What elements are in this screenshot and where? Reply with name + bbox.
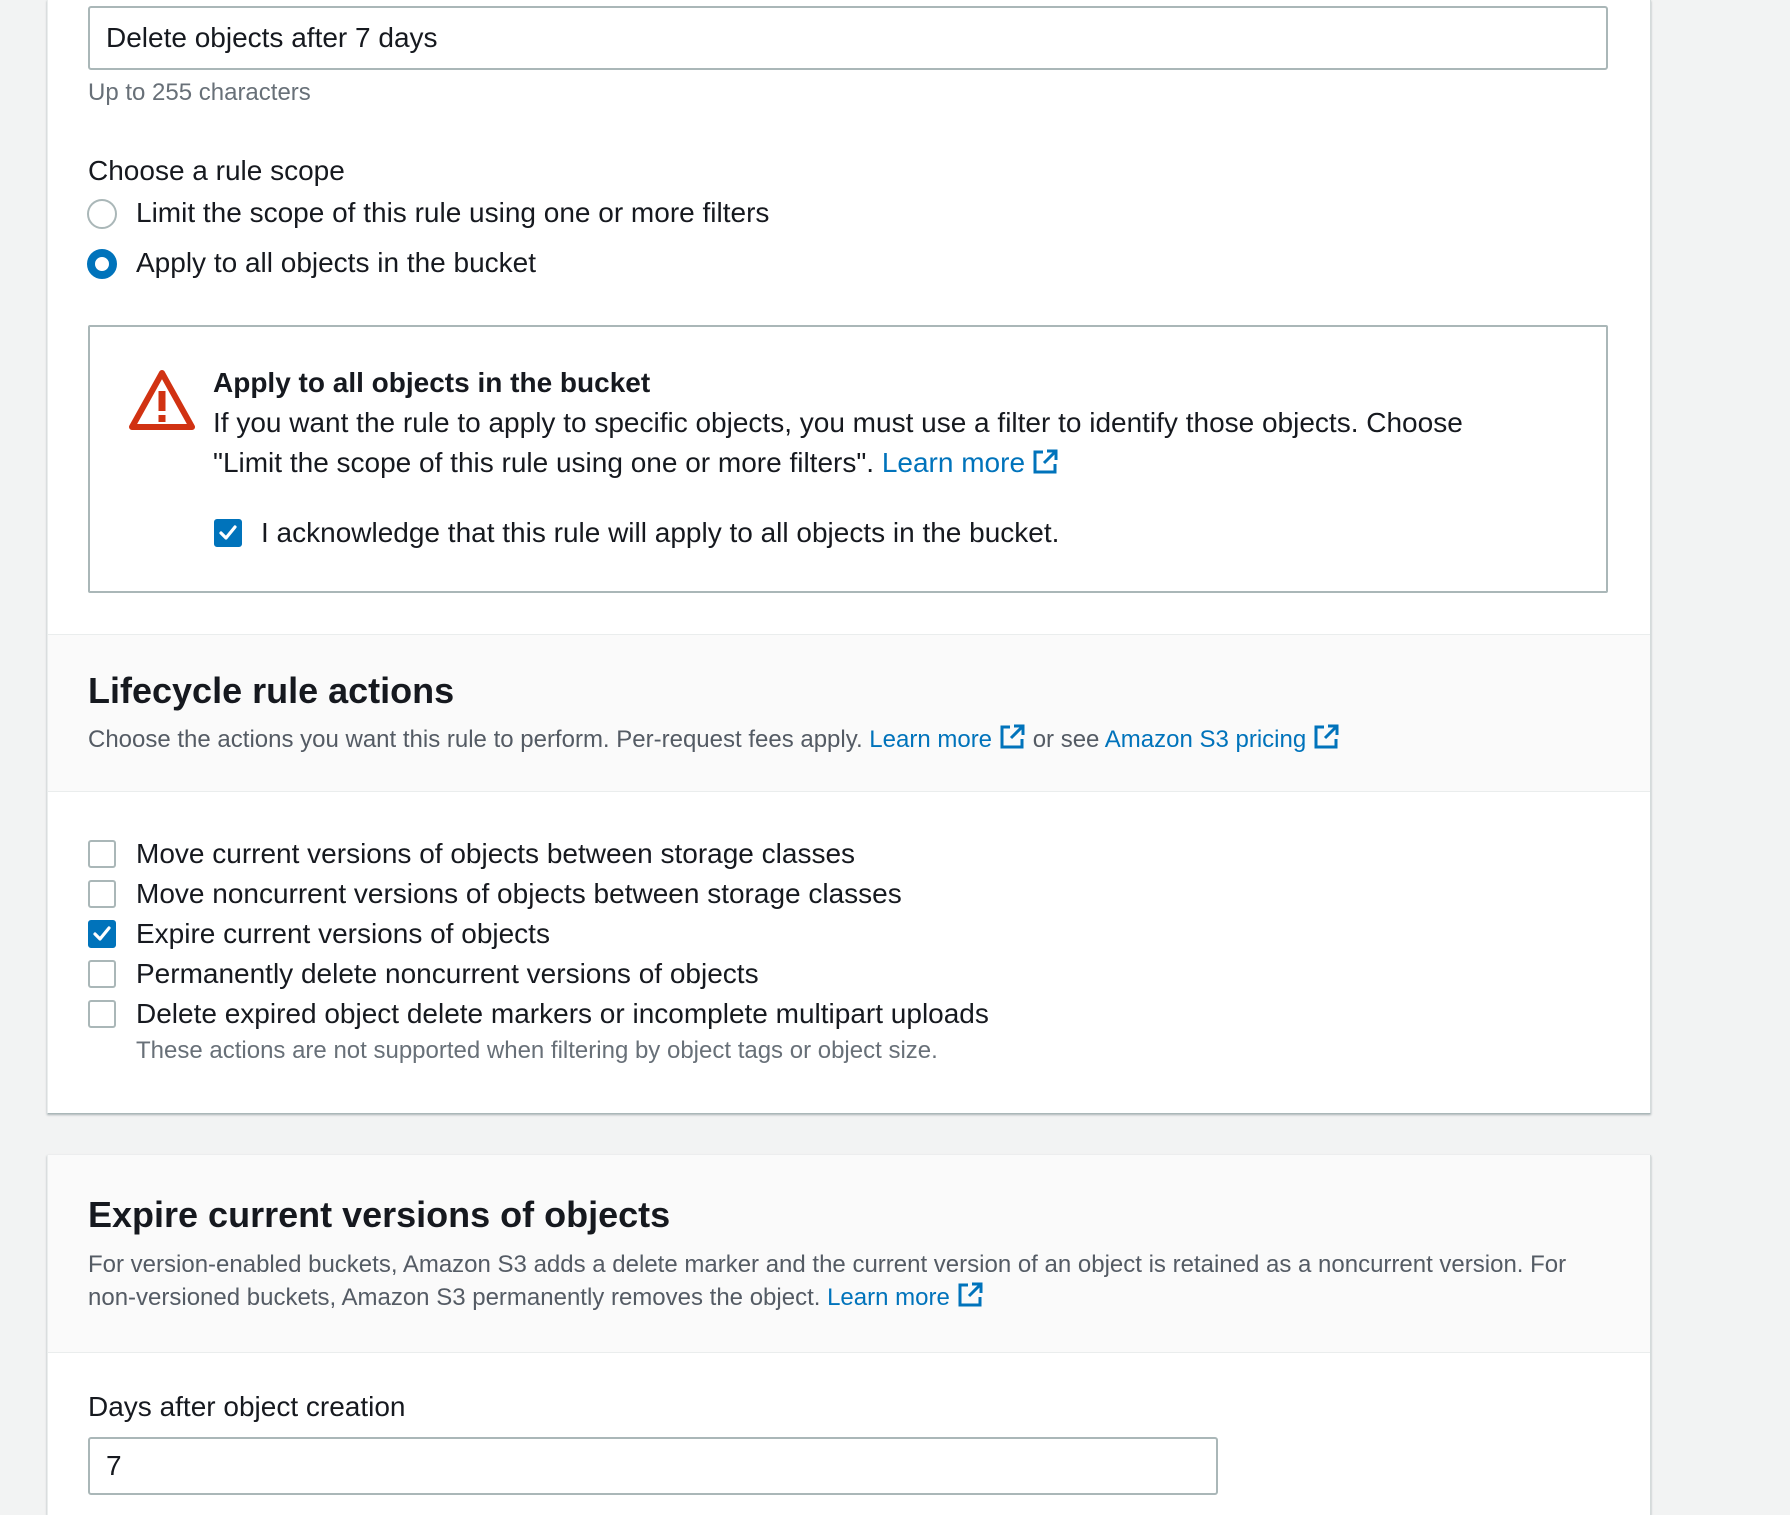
warning-body-line2-row: "Limit the scope of this rule using one … (213, 447, 1059, 479)
warning-title: Apply to all objects in the bucket (213, 367, 651, 398)
lifecycle-actions-description: Choose the actions you want this rule to… (88, 726, 863, 753)
s3-pricing-link[interactable]: Amazon S3 pricing (1104, 724, 1340, 753)
expire-description-line2: non-versioned buckets, Amazon S3 permane… (88, 1284, 821, 1311)
lifecycle-actions-description-row: Choose the actions you want this rule to… (88, 723, 1340, 756)
warning-learn-more-text: Learn more (881, 447, 1026, 478)
lifecycle-actions-title: Lifecycle rule actions (88, 670, 455, 711)
or-see-text: or see (1032, 726, 1100, 753)
warning-learn-more-link[interactable]: Learn more (882, 447, 1059, 478)
warning-body-line1: If you want the rule to apply to specifi… (213, 407, 1463, 438)
external-link-icon (1314, 724, 1339, 749)
scope-filter-radio[interactable] (87, 199, 117, 229)
action-move-current-checkbox[interactable] (88, 840, 116, 868)
days-after-creation-input[interactable] (88, 1437, 1218, 1495)
warning-triangle-icon (129, 370, 195, 430)
action-delete-markers-checkbox[interactable] (88, 1000, 116, 1028)
scope-all-objects-label[interactable]: Apply to all objects in the bucket (136, 247, 536, 279)
expire-description-line1: For version-enabled buckets, Amazon S3 a… (88, 1251, 1567, 1278)
rule-scope-label: Choose a rule scope (88, 155, 345, 186)
days-after-creation-label: Days after object creation (88, 1391, 406, 1422)
expire-learn-more-link[interactable]: Learn more (827, 1282, 984, 1311)
acknowledge-checkbox[interactable] (214, 519, 242, 547)
lifecycle-actions-header (48, 634, 1650, 792)
acknowledge-label[interactable]: I acknowledge that this rule will apply … (261, 517, 1059, 549)
checkmark-icon (219, 525, 237, 540)
action-move-noncurrent-checkbox[interactable] (88, 880, 116, 908)
action-delete-noncurrent-label[interactable]: Permanently delete noncurrent versions o… (136, 958, 759, 990)
action-expire-current-label[interactable]: Expire current versions of objects (136, 918, 550, 950)
external-link-icon (1033, 449, 1058, 474)
actions-support-note: These actions are not supported when fil… (136, 1037, 938, 1064)
rule-name-input[interactable] (88, 6, 1608, 70)
checkmark-icon (93, 926, 111, 941)
s3-pricing-text: Amazon S3 pricing (1104, 726, 1307, 753)
action-expire-current-checkbox[interactable] (88, 920, 116, 948)
action-delete-markers-label[interactable]: Delete expired object delete markers or … (136, 998, 989, 1030)
expire-description-line2-row: non-versioned buckets, Amazon S3 permane… (88, 1281, 984, 1314)
action-move-noncurrent-label[interactable]: Move noncurrent versions of objects betw… (136, 878, 902, 910)
action-delete-noncurrent-checkbox[interactable] (88, 960, 116, 988)
warning-body-line2: "Limit the scope of this rule using one … (213, 447, 875, 478)
lifecycle-learn-more-text: Learn more (869, 726, 993, 753)
external-link-icon (1000, 724, 1025, 749)
expire-section-title: Expire current versions of objects (88, 1194, 671, 1235)
external-link-icon (958, 1282, 983, 1307)
scope-filter-label[interactable]: Limit the scope of this rule using one o… (136, 197, 769, 229)
lifecycle-learn-more-link[interactable]: Learn more (869, 724, 1026, 753)
rule-name-hint: Up to 255 characters (88, 79, 311, 106)
scope-all-objects-radio[interactable] (87, 249, 117, 279)
action-move-current-label[interactable]: Move current versions of objects between… (136, 838, 855, 870)
expire-learn-more-text: Learn more (827, 1284, 950, 1311)
